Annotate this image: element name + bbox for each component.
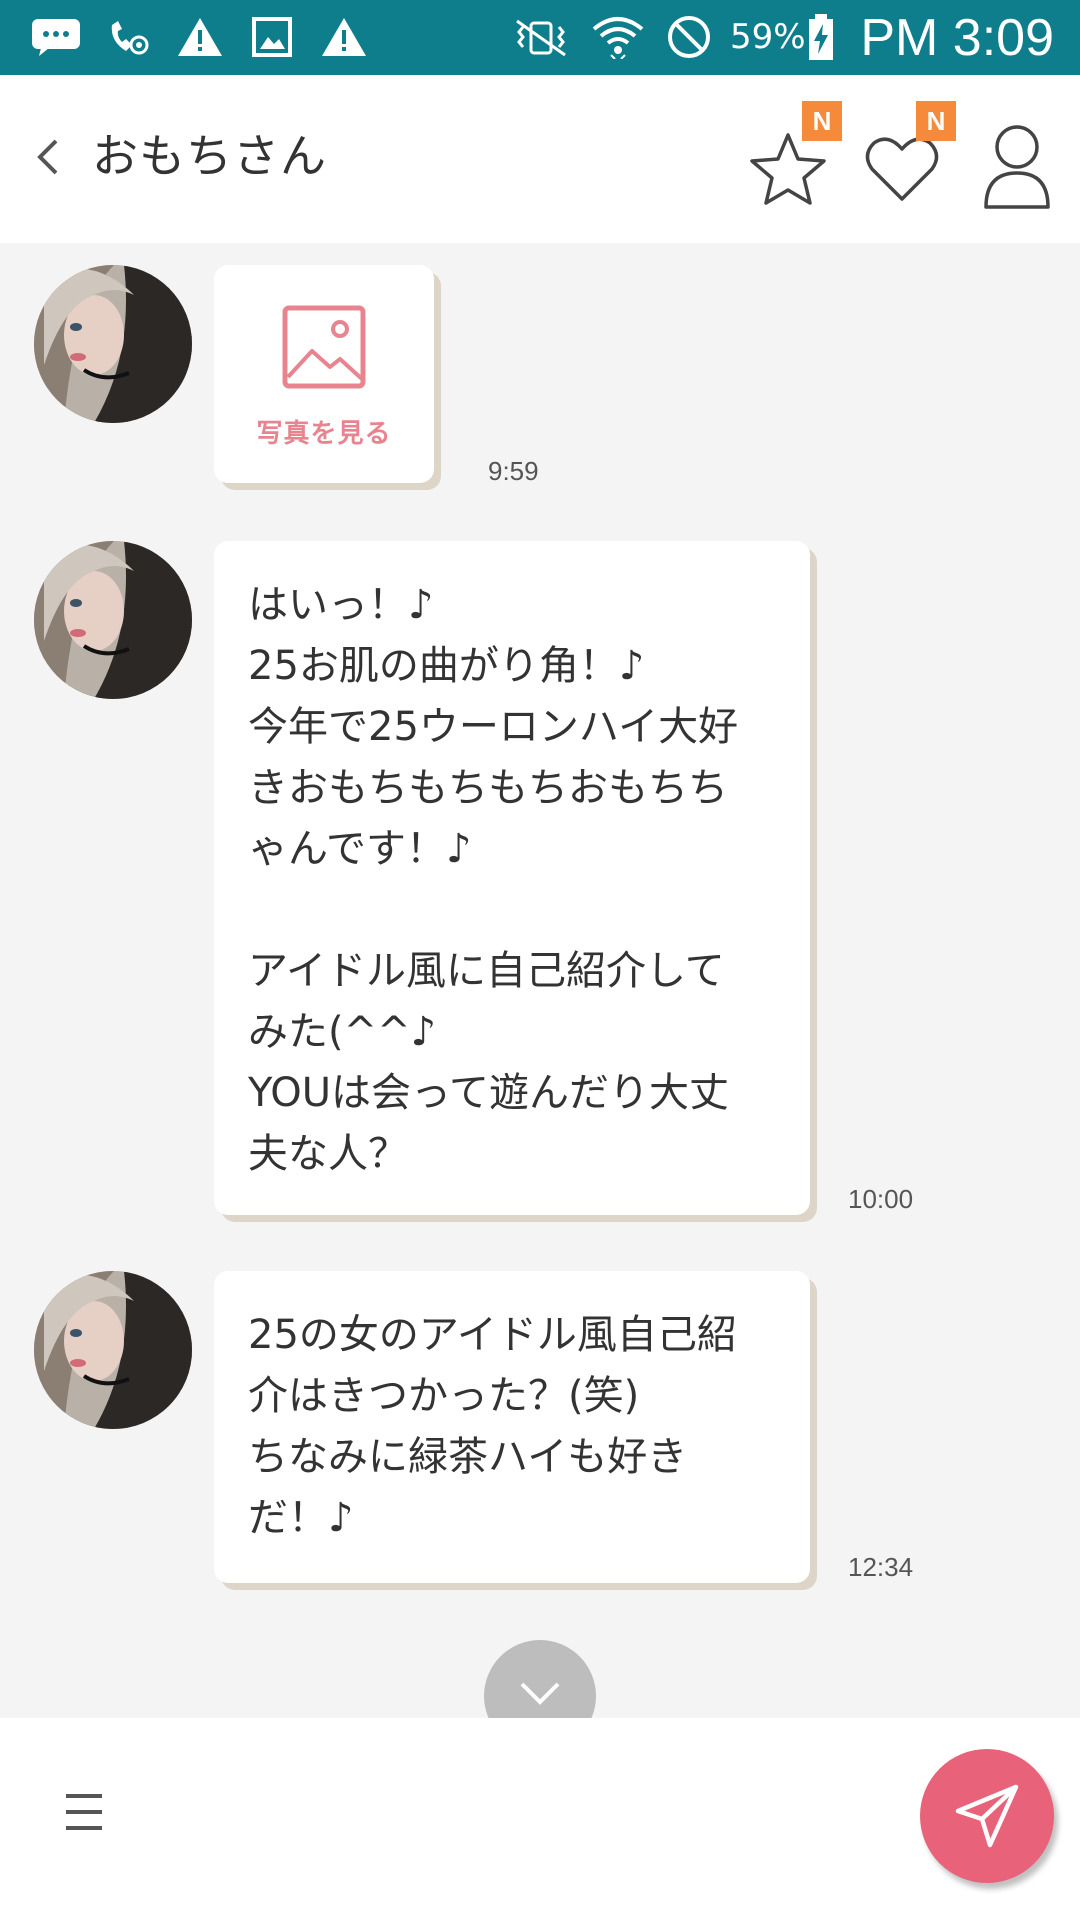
view-photo-label: 写真を見る bbox=[256, 419, 392, 449]
new-badge: N bbox=[916, 101, 956, 141]
person-icon bbox=[984, 125, 1050, 209]
menu-button[interactable] bbox=[62, 1788, 114, 1840]
message-time: 12:34 bbox=[848, 1552, 914, 1582]
like-button[interactable]: N bbox=[854, 101, 964, 221]
avatar[interactable] bbox=[34, 541, 192, 699]
message-input-bar bbox=[0, 1718, 1080, 1920]
warning-icon bbox=[320, 14, 368, 60]
message-text: 25の女のアイドル風自己紹 介はきつかった？(笑) ちなみに緑茶ハイも好き だ！… bbox=[248, 1312, 737, 1541]
chevron-down-icon bbox=[520, 1682, 560, 1705]
wifi-icon bbox=[590, 14, 646, 60]
page-title: おもちさん bbox=[92, 129, 327, 183]
avatar-photo bbox=[34, 265, 192, 423]
vibrate-icon bbox=[506, 14, 576, 60]
new-badge: N bbox=[802, 101, 842, 141]
avatar-photo bbox=[34, 1271, 192, 1429]
do-not-disturb-icon bbox=[664, 14, 714, 60]
message-time: 9:59 bbox=[488, 456, 539, 486]
chevron-left-icon bbox=[37, 139, 58, 175]
status-bar: 59% PM 3:09 bbox=[0, 0, 1080, 75]
heart-icon bbox=[865, 137, 939, 201]
message-text: はいっ！♪ 25お肌の曲がり角！♪ 今年で25ウーロンハイ大好 きおもちもちもち… bbox=[248, 582, 739, 1177]
battery-charging-icon bbox=[804, 14, 838, 60]
photo-message-bubble[interactable]: 写真を見る bbox=[214, 265, 434, 483]
favorite-button[interactable]: N bbox=[740, 101, 850, 221]
chat-header: おもちさん N N bbox=[0, 75, 1080, 243]
avatar-photo bbox=[34, 541, 192, 699]
clock: PM 3:09 bbox=[860, 9, 1054, 67]
hamburger-menu-icon bbox=[66, 1794, 102, 1830]
chat-messages[interactable]: 写真を見る 9:59 はいっ！♪ 25お肌の曲がり角！♪ 今年で25ウーロンハイ… bbox=[0, 243, 1080, 1752]
avatar[interactable] bbox=[34, 1271, 192, 1429]
message-icon bbox=[30, 14, 82, 60]
battery-percent: 59% bbox=[730, 17, 806, 57]
image-icon bbox=[282, 305, 366, 389]
message-time: 10:00 bbox=[848, 1184, 914, 1214]
text-message-bubble[interactable]: 25の女のアイドル風自己紹 介はきつかった？(笑) ちなみに緑茶ハイも好き だ！… bbox=[214, 1271, 810, 1583]
star-icon bbox=[750, 133, 826, 205]
warning-icon bbox=[176, 14, 224, 60]
back-button[interactable] bbox=[36, 127, 76, 187]
profile-button[interactable] bbox=[970, 101, 1070, 221]
call-forwarding-icon bbox=[104, 14, 152, 60]
image-icon bbox=[250, 14, 294, 60]
send-button[interactable] bbox=[920, 1749, 1054, 1883]
avatar[interactable] bbox=[34, 265, 192, 423]
send-icon bbox=[955, 1784, 1019, 1848]
text-message-bubble[interactable]: はいっ！♪ 25お肌の曲がり角！♪ 今年で25ウーロンハイ大好 きおもちもちもち… bbox=[214, 541, 810, 1215]
